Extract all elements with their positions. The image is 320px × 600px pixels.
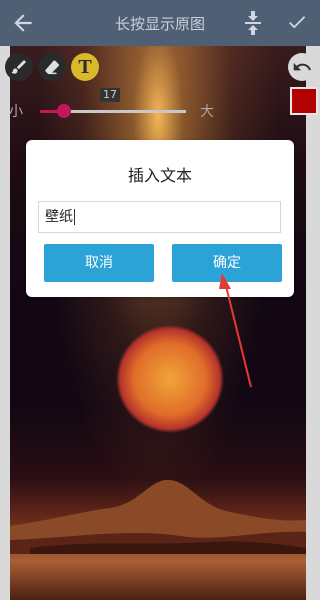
- slider-value-badge: 17: [100, 88, 120, 102]
- brush-tool-button[interactable]: [5, 53, 33, 81]
- text-input[interactable]: 壁纸: [38, 201, 281, 233]
- eraser-icon: [45, 60, 60, 75]
- desert-dunes: [10, 479, 306, 554]
- undo-icon: [293, 62, 311, 71]
- eraser-tool-button[interactable]: [38, 53, 66, 81]
- slider-max-label: 大: [200, 104, 214, 120]
- dialog-title: 插入文本: [127, 166, 192, 185]
- top-bar: 长按显示原图: [0, 0, 320, 46]
- text-tool-button[interactable]: T: [71, 53, 99, 81]
- text-input-value: 壁纸: [45, 209, 73, 225]
- compress-icon[interactable]: [243, 10, 263, 36]
- text-caret: [74, 209, 75, 225]
- color-picker-swatch[interactable]: [290, 87, 318, 115]
- drawing-toolbar: T 小 17 大: [0, 46, 320, 146]
- insert-text-dialog: 插入文本 壁纸 取消 确定: [26, 140, 294, 297]
- check-icon[interactable]: [286, 11, 308, 33]
- slider-min-label: 小: [9, 104, 23, 120]
- cancel-button[interactable]: 取消: [44, 244, 154, 282]
- size-slider-thumb[interactable]: [57, 104, 71, 118]
- brush-icon: [11, 60, 26, 74]
- confirm-button[interactable]: 确定: [172, 244, 282, 282]
- undo-button[interactable]: [288, 53, 316, 81]
- page-title: 长按显示原图: [114, 15, 205, 33]
